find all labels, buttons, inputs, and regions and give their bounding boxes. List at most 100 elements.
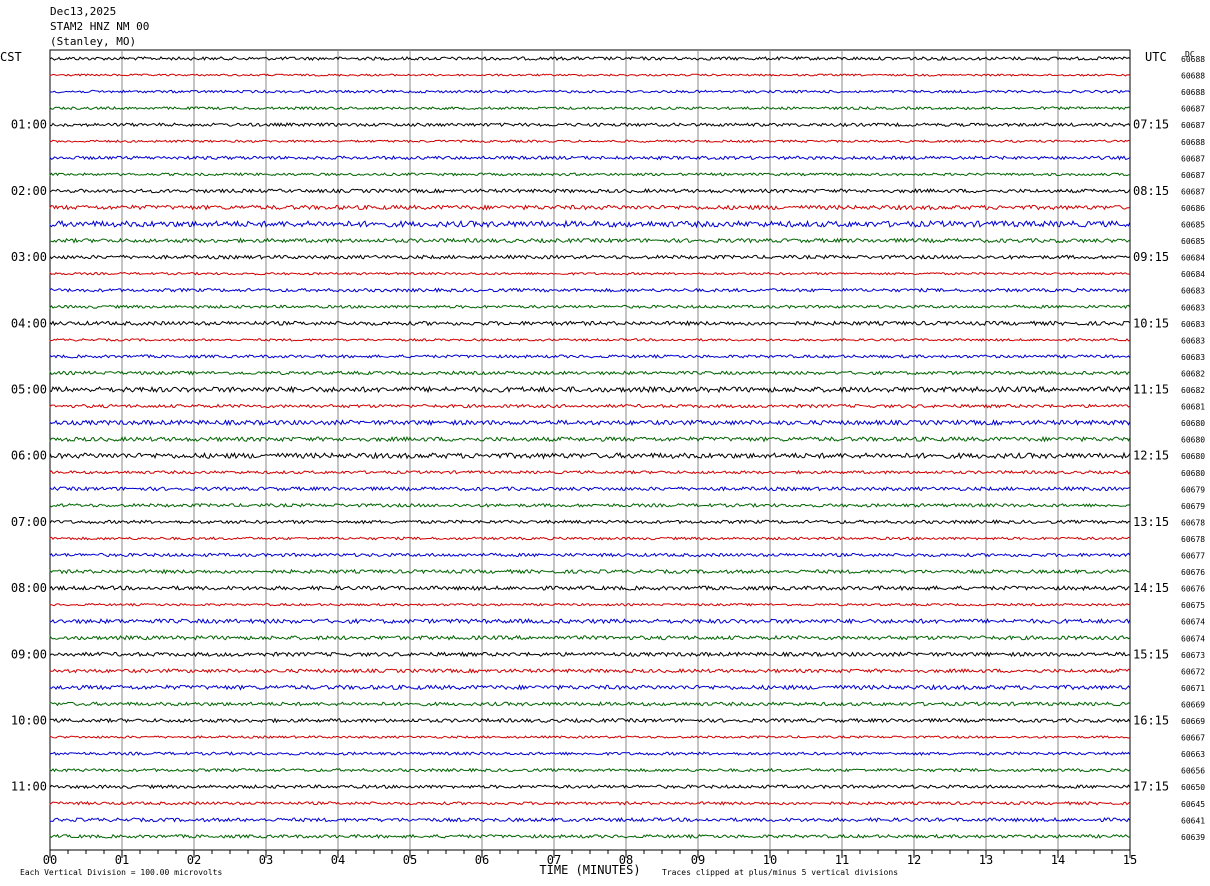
utc-hour-label: 15:15: [1133, 647, 1169, 661]
dc-offset-label: 60676: [1181, 585, 1205, 594]
cst-hour-label: 04:00: [11, 316, 47, 330]
seismic-trace: [49, 684, 1131, 691]
dc-offset-label: 60681: [1181, 403, 1205, 412]
dc-offset-label: 60680: [1181, 419, 1205, 428]
seismic-trace: [49, 73, 1131, 77]
vertical-division-note: Each Vertical Division = 100.00 microvol…: [20, 868, 222, 877]
seismic-trace: [49, 602, 1131, 607]
cst-hour-label: 03:00: [11, 250, 47, 264]
seismogram-plot: 6068860688606886068760687606886068760687…: [0, 49, 1205, 877]
cst-hour-label: 02:00: [11, 184, 47, 198]
cst-hour-label: 06:00: [11, 449, 47, 463]
x-tick-label: 04: [331, 853, 345, 867]
plot-frame: [49, 49, 1131, 851]
dc-offset-label: 60678: [1181, 535, 1205, 544]
utc-hour-label: 13:15: [1133, 515, 1169, 529]
seismic-trace: [49, 287, 1131, 293]
utc-hour-label: 08:15: [1133, 184, 1169, 198]
dc-label: DC: [1185, 50, 1195, 59]
dc-offset-label: 60682: [1181, 386, 1205, 395]
x-tick-label: 11: [835, 853, 849, 867]
cst-hour-label: 10:00: [11, 714, 47, 728]
dc-offset-label: 60686: [1181, 204, 1205, 213]
dc-offset-label: 60674: [1181, 634, 1205, 643]
seismic-trace: [49, 219, 1131, 229]
seismic-trace: [49, 519, 1131, 526]
dc-offset-label: 60685: [1181, 221, 1205, 230]
seismic-trace: [49, 486, 1131, 492]
x-tick-label: 00: [43, 853, 57, 867]
seismic-trace: [49, 451, 1131, 460]
seismic-trace: [49, 354, 1131, 359]
x-tick-label: 09: [691, 853, 705, 867]
dc-offset-label: 60684: [1181, 254, 1205, 263]
seismic-trace: [49, 237, 1131, 244]
cst-hour-label: 05:00: [11, 383, 47, 397]
x-tick-label: 15: [1123, 853, 1137, 867]
dc-offset-label: 60639: [1181, 833, 1205, 842]
dc-offset-label: 60683: [1181, 303, 1205, 312]
seismic-trace: [49, 403, 1131, 409]
seismic-trace: [49, 139, 1131, 144]
dc-offset-label: 60669: [1181, 700, 1205, 709]
dc-offset-label: 60673: [1181, 651, 1205, 660]
x-tick-label: 14: [1051, 853, 1065, 867]
dc-offset-label: 60663: [1181, 750, 1205, 759]
x-tick-label: 05: [403, 853, 417, 867]
dc-offset-label: 60650: [1181, 783, 1205, 792]
x-tick-label: 01: [115, 853, 129, 867]
seismic-trace: [49, 502, 1131, 508]
seismic-trace: [49, 254, 1131, 260]
utc-hour-label: 16:15: [1133, 714, 1169, 728]
seismic-trace: [49, 188, 1131, 194]
seismic-trace: [49, 469, 1131, 475]
dc-offset-label: 60678: [1181, 518, 1205, 527]
dc-offset-label: 60641: [1181, 816, 1205, 825]
seismic-trace: [49, 568, 1131, 575]
seismic-trace: [49, 668, 1131, 674]
cst-hour-label: 11:00: [11, 780, 47, 794]
utc-hour-label: 12:15: [1133, 449, 1169, 463]
x-tick-label: 02: [187, 853, 201, 867]
dc-offset-label: 60688: [1181, 72, 1205, 81]
x-axis-label: TIME (MINUTES): [539, 863, 640, 877]
cst-hour-label: 01:00: [11, 118, 47, 132]
seismic-trace: [49, 155, 1131, 161]
dc-offset-label: 60669: [1181, 717, 1205, 726]
seismic-trace: [49, 767, 1131, 773]
dc-offset-label: 60683: [1181, 320, 1205, 329]
dc-offset-label: 60679: [1181, 485, 1205, 494]
utc-hour-label: 11:15: [1133, 383, 1169, 397]
dc-offset-label: 60688: [1181, 88, 1205, 97]
cst-hour-label: 08:00: [11, 581, 47, 595]
seismic-trace: [49, 320, 1131, 327]
dc-offset-label: 60683: [1181, 287, 1205, 296]
seismic-trace: [49, 717, 1131, 724]
dc-offset-label: 60683: [1181, 336, 1205, 345]
dc-offset-label: 60674: [1181, 618, 1205, 627]
dc-offset-label: 60672: [1181, 667, 1205, 676]
seismic-trace: [49, 369, 1131, 376]
seismic-trace: [49, 651, 1131, 658]
clip-note: Traces clipped at plus/minus 5 vertical …: [662, 868, 898, 877]
dc-offset-label: 60687: [1181, 121, 1205, 130]
dc-offset-label: 60680: [1181, 452, 1205, 461]
dc-offset-label: 60688: [1181, 138, 1205, 147]
seismic-trace: [49, 536, 1131, 541]
seismic-trace: [49, 751, 1131, 757]
dc-offset-label: 60656: [1181, 767, 1205, 776]
seismic-trace: [49, 634, 1131, 641]
seismic-trace: [49, 435, 1131, 443]
dc-offset-label: 60671: [1181, 684, 1205, 693]
dc-offset-label: 60677: [1181, 552, 1205, 561]
dc-offset-label: 60676: [1181, 568, 1205, 577]
seismic-trace: [49, 833, 1131, 840]
seismic-trace: [49, 817, 1131, 823]
seismic-trace: [49, 735, 1131, 739]
seismic-trace: [49, 304, 1131, 310]
utc-label: UTC: [1145, 50, 1167, 64]
seismic-trace: [49, 784, 1131, 790]
utc-hour-label: 17:15: [1133, 780, 1169, 794]
cst-label: CST: [0, 50, 22, 64]
x-tick-label: 06: [475, 853, 489, 867]
